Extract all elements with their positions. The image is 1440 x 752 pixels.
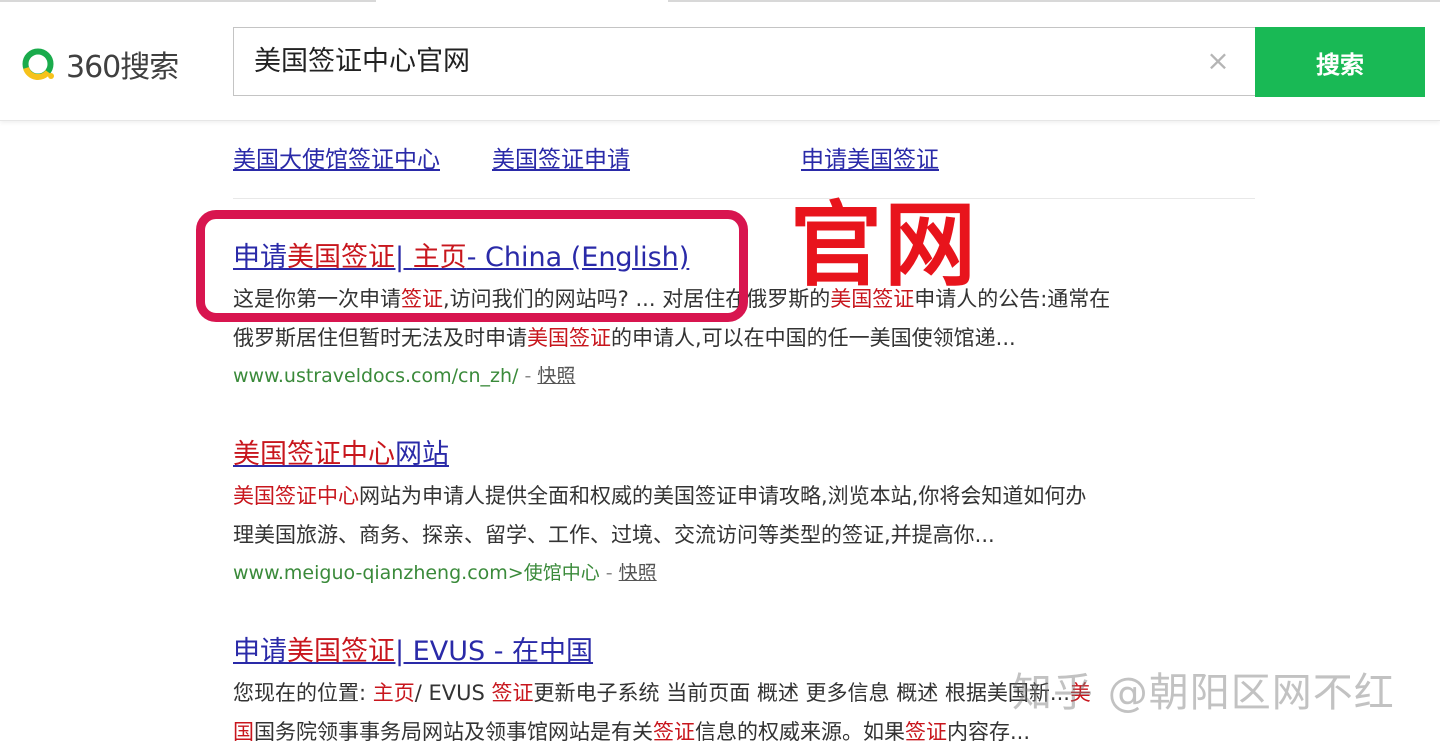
keyword-highlight: 主页 [372, 681, 415, 705]
keyword-highlight: 美国签证 [287, 636, 395, 667]
result-url: www.meiguo-qianzheng.com>使馆中心 - 快照 [233, 557, 1293, 589]
keyword-highlight: 国 [233, 720, 254, 744]
search-input[interactable]: 美国签证中心官网 × [233, 27, 1255, 96]
text-segment: | EVUS - 在中国 [395, 636, 594, 667]
result-title-link[interactable]: 申请美国签证| EVUS - 在中国 [233, 634, 593, 670]
result-snippet: 俄罗斯居住但暂时无法及时申请美国签证的申请人,可以在中国的任一美国使领馆递... [233, 319, 1293, 358]
search-button[interactable]: 搜索 [1255, 27, 1425, 97]
text-segment: 网站为申请人提供全面和权威的美国签证申请攻略,浏览本站,你将会知道如何办 [359, 484, 1087, 508]
related-link[interactable]: 美国大使馆签证中心 [233, 140, 440, 174]
search-result: 美国签证中心网站 美国签证中心网站为申请人提供全面和权威的美国签证申请攻略,浏览… [233, 437, 1293, 589]
text-segment: 您现在的位置: [233, 681, 373, 705]
keyword-highlight: 签证 [905, 720, 947, 744]
text-segment: 网站 [395, 439, 449, 470]
search-header: 360搜索 美国签证中心官网 × 搜索 [0, 0, 1440, 121]
annotation-label: 官网 [790, 192, 979, 299]
url-separator: - [599, 562, 619, 584]
text-segment: 申请 [233, 636, 287, 667]
clear-icon[interactable]: × [1203, 46, 1233, 76]
snapshot-link[interactable]: 快照 [537, 365, 575, 387]
text-segment: 的申请人,可以在中国的任一美国使领馆递... [611, 326, 1016, 350]
text-segment: 理美国旅游、商务、探亲、留学、工作、过境、交流访问等类型的签证,并提高你... [233, 523, 995, 547]
url-separator: - [518, 365, 538, 387]
related-link[interactable]: 申请美国签证 [801, 140, 939, 174]
related-link[interactable]: 美国签证申请 [492, 140, 630, 174]
text-segment: 国务院领事事务局网站及领事馆网站是有关 [254, 720, 653, 744]
text-segment: 更新电子系统 当前页面 概述 更多信息 概述 根据美国新... [533, 681, 1070, 705]
result-snippet: 理美国旅游、商务、探亲、留学、工作、过境、交流访问等类型的签证,并提高你... [233, 516, 1293, 555]
search-query[interactable]: 美国签证中心官网 [254, 28, 470, 95]
logo-text: 360搜索 [66, 50, 179, 85]
text-segment: 俄罗斯居住但暂时无法及时申请 [233, 326, 527, 350]
keyword-highlight: 美国签证中心 [233, 439, 395, 470]
result-url-text[interactable]: www.meiguo-qianzheng.com>使馆中心 [233, 562, 600, 584]
text-segment: / EVUS [414, 681, 492, 705]
watermark: 知乎 @朝阳区网不红 [1012, 670, 1395, 716]
text-segment: 内容存... [947, 720, 1031, 744]
result-title-link[interactable]: 美国签证中心网站 [233, 437, 449, 473]
tab-strip-left [0, 0, 376, 2]
site-logo[interactable]: 360搜索 [22, 38, 179, 90]
result-snippet: 国国务院领事事务局网站及领事馆网站是有关签证信息的权威来源。如果签证内容存... [233, 713, 1293, 752]
result-url-text[interactable]: www.ustraveldocs.com/cn_zh/ [233, 365, 518, 387]
keyword-highlight: 签证 [491, 681, 534, 705]
keyword-highlight: 美国签证中心 [233, 484, 359, 508]
annotation-highlight-box [196, 210, 748, 322]
tab-strip-right [668, 0, 1440, 2]
logo-ring-icon [22, 47, 56, 81]
result-snippet: 美国签证中心网站为申请人提供全面和权威的美国签证申请攻略,浏览本站,你将会知道如… [233, 477, 1293, 516]
text-segment: 信息的权威来源。如果 [695, 720, 905, 744]
snapshot-link[interactable]: 快照 [619, 562, 657, 584]
keyword-highlight: 美国签证 [527, 326, 611, 350]
keyword-highlight: 签证 [653, 720, 695, 744]
divider [233, 198, 1255, 199]
result-url: www.ustraveldocs.com/cn_zh/ - 快照 [233, 360, 1293, 392]
